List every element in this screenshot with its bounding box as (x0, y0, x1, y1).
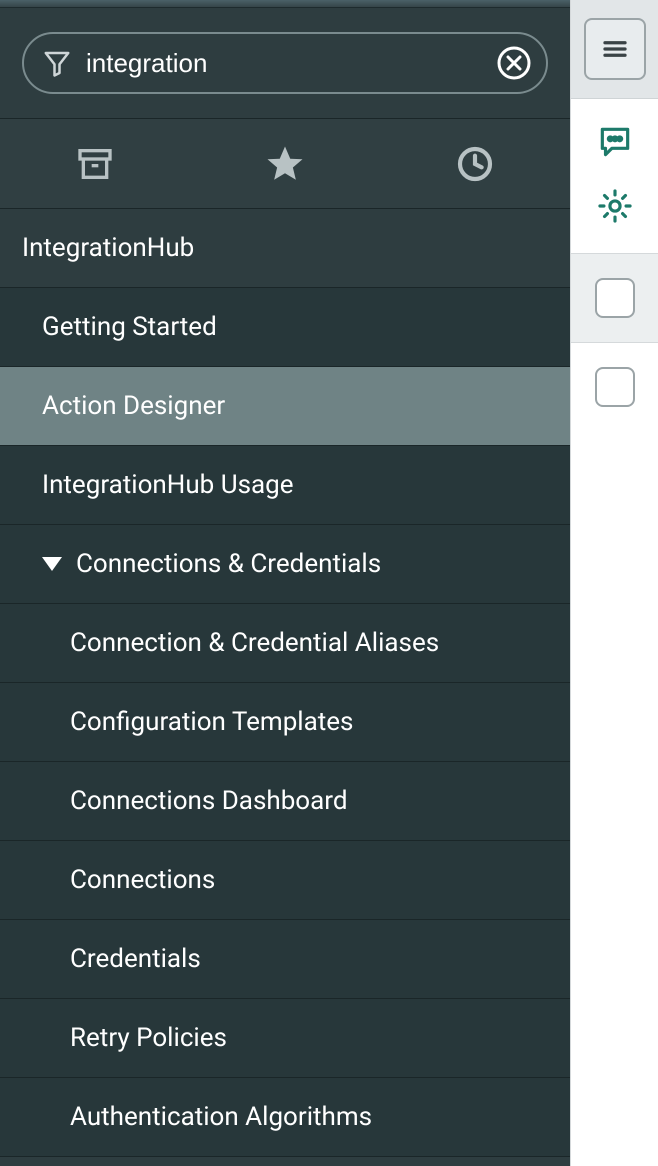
checkbox-2[interactable] (595, 367, 635, 407)
archive-icon (75, 144, 115, 184)
nav-item-getting-started[interactable]: Getting Started (0, 288, 570, 367)
gear-icon (596, 187, 634, 225)
settings-button[interactable] (596, 187, 634, 229)
nav-subitem-aliases[interactable]: Connection & Credential Aliases (0, 604, 570, 683)
chat-icon (596, 123, 634, 161)
navigation-sidebar: IntegrationHub Getting Started Action De… (0, 0, 570, 1166)
search-box[interactable] (22, 32, 548, 94)
rail-checkbox-section (571, 253, 658, 343)
nav-subitem-credentials[interactable]: Credentials (0, 920, 570, 999)
search-input[interactable] (86, 48, 482, 79)
nav-group-label: Connections & Credentials (76, 549, 381, 579)
rail-lower (595, 343, 635, 431)
nav-item-action-designer[interactable]: Action Designer (0, 367, 570, 446)
tab-all-applications[interactable] (0, 119, 190, 208)
hamburger-icon (600, 34, 630, 64)
chevron-down-icon (42, 557, 62, 571)
hamburger-cell (571, 0, 658, 99)
tab-favorites[interactable] (190, 119, 380, 208)
nav-subitem-connections[interactable]: Connections (0, 841, 570, 920)
clear-search-button[interactable] (496, 45, 532, 81)
nav-subitem-auth-algorithms[interactable]: Authentication Algorithms (0, 1078, 570, 1157)
top-accent-bar (0, 0, 570, 8)
filter-icon (42, 48, 72, 78)
nav-tabs (0, 119, 570, 209)
right-rail (570, 0, 658, 1166)
nav-item-integrationhub-usage[interactable]: IntegrationHub Usage (0, 446, 570, 525)
nav-subitem-config-templates[interactable]: Configuration Templates (0, 683, 570, 762)
tab-history[interactable] (380, 119, 570, 208)
nav-group-connections-credentials[interactable]: Connections & Credentials (0, 525, 570, 604)
nav-list: IntegrationHub Getting Started Action De… (0, 209, 570, 1166)
nav-subitem-retry-policies[interactable]: Retry Policies (0, 999, 570, 1078)
chat-button[interactable] (596, 123, 634, 165)
close-circle-icon (496, 45, 532, 81)
search-row (0, 8, 570, 119)
clock-icon (455, 144, 495, 184)
checkbox-1[interactable] (595, 278, 635, 318)
star-icon (264, 143, 306, 185)
nav-app-header[interactable]: IntegrationHub (0, 209, 570, 288)
nav-subitem-connections-dashboard[interactable]: Connections Dashboard (0, 762, 570, 841)
menu-button[interactable] (584, 18, 646, 80)
rail-icons (571, 99, 658, 253)
